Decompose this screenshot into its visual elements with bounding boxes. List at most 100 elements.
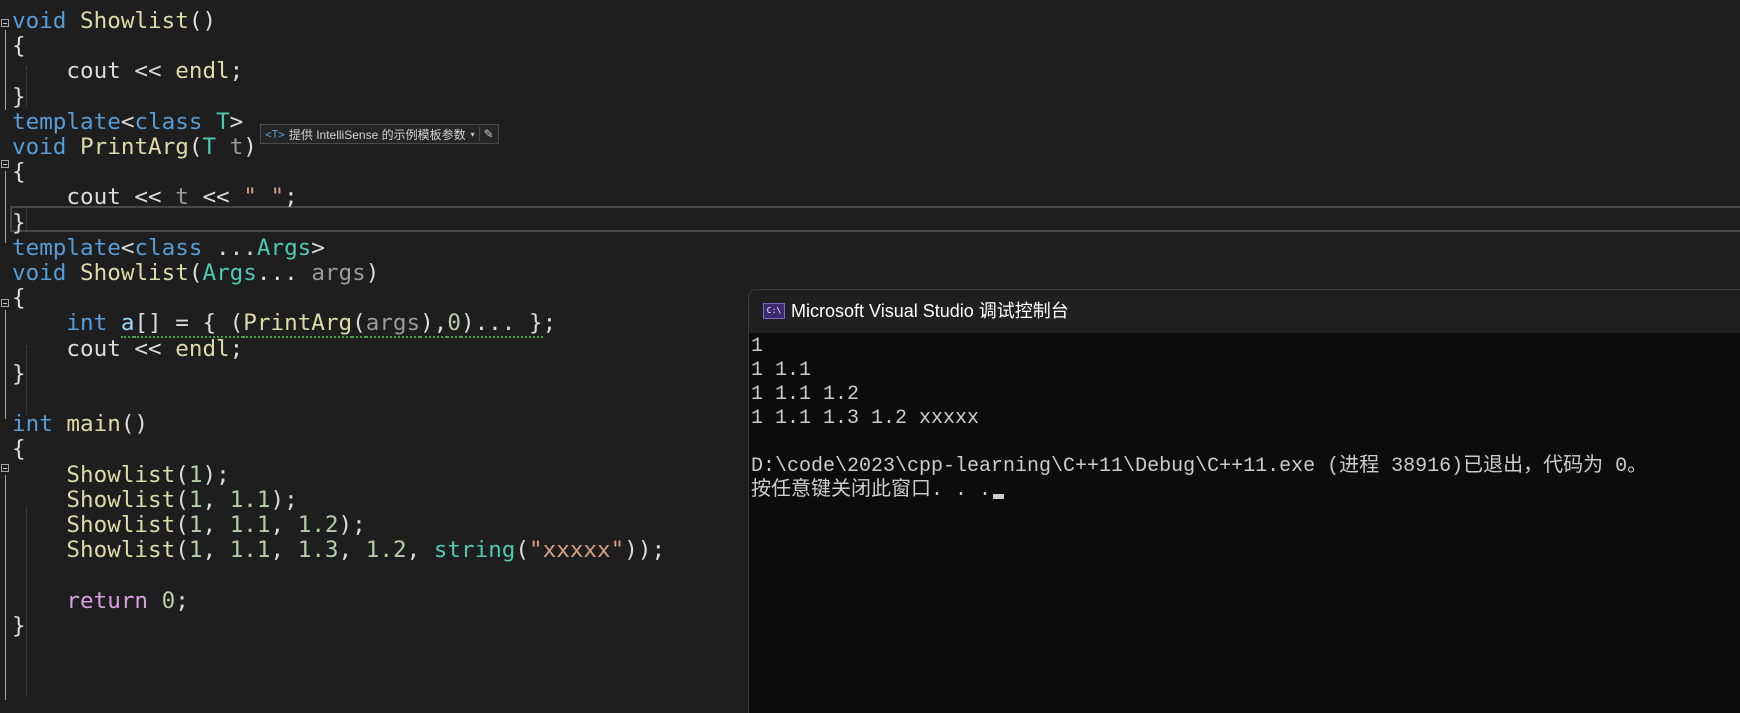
code-token: ); — [338, 512, 366, 538]
code-token: endl — [175, 335, 230, 362]
code-line[interactable]: Showlist(1, 1.1, 1.3, 1.2, string("xxxxx… — [12, 536, 665, 564]
code-line[interactable]: { — [12, 435, 26, 463]
code-token: Showlist — [66, 512, 176, 538]
code-token: 1 — [188, 512, 203, 538]
console-prompt-line: 按任意键关闭此窗口. . . — [751, 479, 1740, 503]
code-token: int — [66, 310, 108, 337]
code-token: ; — [229, 58, 244, 85]
code-token: main — [66, 411, 121, 438]
code-token: class — [134, 234, 203, 261]
text-cursor — [993, 494, 1005, 499]
code-token: cout << — [12, 184, 176, 211]
console-titlebar[interactable]: C:\ Microsoft Visual Studio 调试控制台 — [749, 290, 1740, 333]
code-token: ... — [202, 234, 257, 261]
code-token: () — [188, 8, 217, 34]
code-line[interactable]: Showlist(1, 1.1); — [12, 486, 298, 514]
code-token: ( — [175, 486, 189, 513]
code-line[interactable]: cout << endl; — [12, 335, 243, 363]
pencil-icon[interactable]: ✎ — [478, 127, 494, 141]
code-token: ), — [420, 310, 448, 339]
code-token: cout << — [12, 335, 176, 362]
code-line[interactable]: void Showlist() — [12, 7, 216, 35]
code-token: void — [12, 260, 67, 286]
code-line[interactable]: { — [12, 158, 26, 186]
code-token: Showlist — [66, 537, 176, 564]
hint-text: 提供 IntelliSense 的示例模板参数 — [288, 127, 466, 142]
code-line[interactable]: template<class T> — [12, 108, 243, 136]
code-token: template — [12, 234, 121, 261]
code-token: PrintArg — [243, 310, 353, 339]
code-token: << — [188, 184, 244, 211]
code-line[interactable]: int main() — [12, 410, 148, 438]
code-line[interactable]: { — [12, 32, 26, 60]
code-token: Showlist — [80, 8, 189, 34]
code-token: , — [338, 537, 366, 564]
code-token: " " — [243, 184, 285, 211]
code-token: < — [120, 234, 135, 261]
code-token: , — [406, 537, 434, 564]
code-token: , — [202, 512, 230, 538]
code-line[interactable]: void PrintArg(T t) — [12, 133, 257, 161]
code-token: ( — [352, 310, 366, 339]
fold-range — [5, 171, 6, 243]
code-token: ; — [284, 184, 298, 211]
code-line[interactable]: template<class ...Args> — [12, 234, 325, 262]
code-line[interactable]: int a[] = { (PrintArg(args),0)... }; — [12, 309, 556, 339]
fold-toggle-icon[interactable] — [1, 19, 9, 27]
code-line[interactable]: cout << t << " "; — [12, 183, 298, 211]
code-token: } — [12, 83, 26, 110]
fold-toggle-icon[interactable] — [1, 160, 9, 168]
code-token: )... } — [460, 310, 543, 339]
console-output[interactable]: 1 1 1.1 1 1.1 1.2 1 1.1 1.3 1.2 xxxxx D:… — [751, 335, 1740, 503]
code-token: Args — [256, 234, 312, 261]
code-line[interactable]: } — [12, 612, 26, 640]
code-token: ); — [270, 486, 298, 513]
console-line: D:\code\2023\cpp-learning\C++11\Debug\C+… — [751, 455, 1648, 478]
code-line[interactable]: } — [12, 209, 26, 237]
code-token: t — [229, 134, 244, 160]
code-line[interactable]: } — [12, 83, 26, 111]
intellisense-template-hint[interactable]: <T> 提供 IntelliSense 的示例模板参数 ▾ ✎ — [260, 124, 499, 144]
code-token: t — [175, 184, 189, 211]
code-token: int — [12, 411, 53, 438]
code-token: "xxxxx" — [529, 537, 625, 564]
code-token: args — [311, 260, 366, 286]
code-token: 1.3 — [297, 537, 339, 564]
code-line[interactable]: cout << endl; — [12, 57, 243, 85]
code-token: ( — [515, 537, 530, 564]
code-token: ( — [175, 512, 189, 538]
fold-toggle-icon[interactable] — [1, 464, 9, 472]
code-token: ( — [175, 537, 189, 564]
code-token: } — [12, 209, 26, 236]
code-token: args — [365, 310, 421, 339]
code-line[interactable]: } — [12, 360, 26, 388]
code-token: { — [12, 285, 26, 312]
console-line: 1 1.1 — [751, 359, 812, 382]
code-line[interactable]: return 0; — [12, 587, 189, 615]
debug-console-window[interactable]: C:\ Microsoft Visual Studio 调试控制台 1 1 1.… — [748, 289, 1740, 713]
code-token: } — [12, 612, 26, 639]
code-line[interactable]: { — [12, 284, 26, 312]
console-line: 1 1.1 1.2 — [751, 383, 860, 406]
fold-toggle-icon[interactable] — [1, 299, 9, 307]
code-token: cout << — [12, 58, 176, 85]
code-line[interactable]: Showlist(1, 1.1, 1.2); — [12, 511, 366, 539]
chevron-down-icon[interactable]: ▾ — [471, 130, 475, 139]
code-token: Showlist — [80, 260, 189, 286]
code-token: { — [12, 159, 26, 186]
code-token: ; — [175, 587, 189, 614]
code-token: 1.2 — [297, 512, 339, 538]
code-line[interactable]: Showlist(1); — [12, 461, 229, 489]
code-line[interactable]: void Showlist(Args... args) — [12, 259, 379, 287]
